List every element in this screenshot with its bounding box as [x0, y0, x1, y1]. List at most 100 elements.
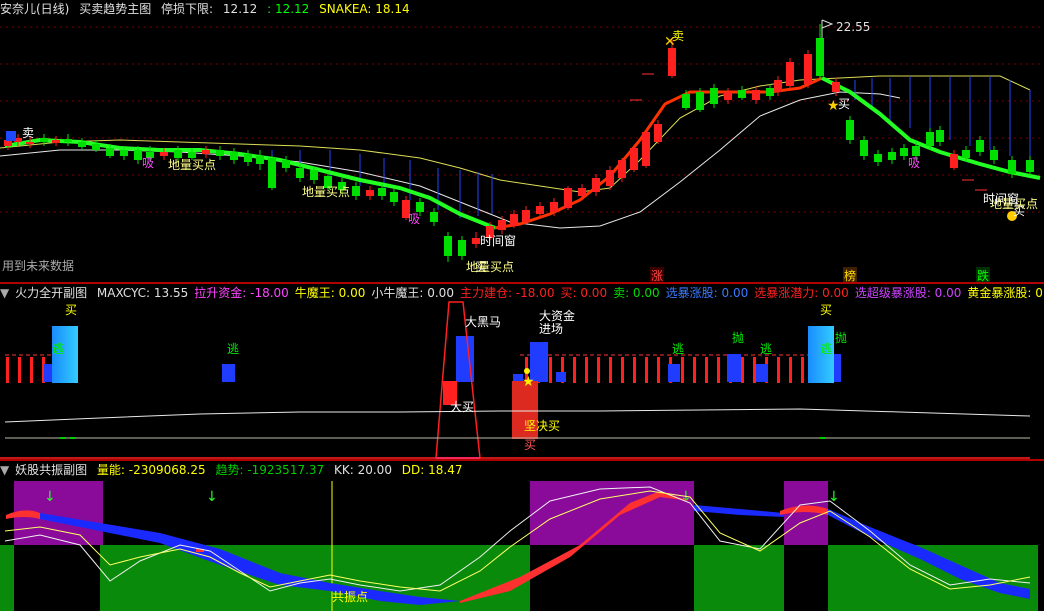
candle-body-59 — [786, 62, 794, 86]
high-price-label: 22.55 — [836, 20, 871, 34]
candle-body-41 — [550, 202, 558, 212]
candle-body-69 — [926, 132, 934, 146]
red-bar-6 — [549, 357, 552, 383]
buy-mark-b: 买 — [820, 303, 833, 317]
candle-body-5 — [64, 139, 72, 142]
candle-body-19 — [256, 156, 264, 164]
candle-body-48 — [642, 132, 650, 166]
blue-bar-8 — [756, 364, 768, 382]
trend-line-down-2 — [821, 76, 1041, 180]
candle-body-2 — [26, 142, 34, 144]
candle-body-7 — [92, 144, 100, 150]
escape-mark-3: 逃 — [672, 342, 685, 356]
star-dot-icon — [524, 368, 530, 374]
candle-body-71 — [950, 154, 958, 168]
candle-body-67 — [900, 148, 908, 156]
candle-body-42 — [564, 188, 572, 208]
candle-body-43 — [578, 188, 586, 196]
candle-body-70 — [936, 130, 944, 142]
green-tick-2 — [820, 437, 826, 439]
purple-zone-1 — [530, 481, 694, 545]
candle-body-22 — [296, 168, 304, 178]
candle-body-49 — [654, 124, 662, 142]
candle-body-73 — [976, 140, 984, 152]
candle-body-27 — [366, 190, 374, 196]
throw-mark-1: 抛 — [732, 331, 745, 345]
candle-body-47 — [630, 148, 638, 170]
candle-body-20 — [268, 158, 276, 188]
trend-line-down-1 — [4, 137, 496, 230]
candle-body-62 — [832, 82, 840, 92]
sell-mark-1: 卖 — [672, 29, 685, 43]
candle-body-26 — [352, 186, 360, 196]
trend-line-up — [494, 76, 823, 230]
sub-chart-2-canvas[interactable]: ↓ ↓ ↓ ↓ — [0, 461, 1044, 611]
xi-mark-2: 吸 — [408, 212, 421, 226]
future-data-note: 用到未来数据 — [2, 259, 75, 273]
candle-body-64 — [860, 140, 868, 156]
candle-body-53 — [710, 88, 718, 104]
enter-market-mark: 进场 — [539, 322, 564, 336]
candle-body-52 — [696, 92, 704, 110]
dili-mark-2: 地量买点 — [302, 185, 351, 199]
candle-body-3 — [40, 138, 48, 142]
candle-body-37 — [498, 220, 506, 230]
flag-icon-left — [6, 131, 16, 141]
red-bar-23 — [753, 357, 756, 383]
main-chart-panel[interactable]: 安奈儿(日线) 买卖趋势主图 停损下限: 12.12 : 12.12 SNAKE… — [0, 0, 1044, 284]
xi-mark-3: 吸 — [908, 156, 921, 170]
candle-body-72 — [962, 150, 970, 158]
firm-buy-mark: 坚决买 — [524, 419, 561, 433]
red-bar-20 — [717, 357, 720, 383]
candle-body-23 — [310, 170, 318, 180]
candle-body-75 — [1008, 160, 1016, 174]
blue-bar-5 — [556, 372, 566, 382]
main-chart-canvas[interactable]: ✕★ — [0, 0, 1044, 282]
blue-bar-7 — [727, 354, 741, 382]
buy-mark-1: 买 — [838, 97, 851, 111]
candle-body-15 — [202, 150, 210, 154]
red-bar-17 — [681, 357, 684, 383]
candle-body-65 — [874, 154, 882, 162]
sub-chart-1-canvas[interactable]: ★ — [0, 284, 1044, 460]
red-bar-27 — [801, 357, 804, 383]
candle-body-38 — [510, 214, 518, 226]
buy-mark-c: 买 — [524, 438, 537, 452]
candle-body-33 — [444, 236, 452, 256]
candle-body-18 — [244, 154, 252, 162]
candle-body-51 — [682, 94, 690, 108]
buy-mark-a: 买 — [65, 303, 78, 317]
candle-body-56 — [752, 90, 760, 100]
candle-body-9 — [120, 150, 128, 156]
candle-body-63 — [846, 120, 854, 140]
blue-band-2 — [694, 505, 784, 517]
candle-body-74 — [990, 150, 998, 160]
candle-body-16 — [216, 150, 224, 156]
sub-chart-1-panel[interactable]: ▼ 火力全开副图 MAXCYC: 13.55 拉升资金: -18.00 牛魔王: 0… — [0, 284, 1044, 460]
candle-body-21 — [282, 160, 290, 168]
time-window-mark-2: 时间窗 — [983, 192, 1020, 206]
escape-mark-1: 逃 — [52, 342, 65, 356]
candle-body-4 — [52, 140, 60, 143]
candle-body-57 — [766, 88, 774, 96]
candle-body-17 — [230, 152, 238, 160]
dili-mark-1: 地量买点 — [168, 158, 217, 172]
candle-body-10 — [134, 150, 142, 160]
candle-body-60 — [804, 54, 812, 84]
red-bar-15 — [657, 357, 660, 383]
red-bar-14 — [645, 357, 648, 383]
candle-body-58 — [774, 80, 782, 92]
sell-mark-2: 卖 — [22, 126, 35, 140]
red-bar-13 — [633, 357, 636, 383]
green-zone-2 — [694, 545, 784, 611]
candle-body-76 — [1026, 160, 1034, 172]
dili-mark-3: 地量买点 — [466, 260, 515, 274]
down-arrow-icon-3: ↓ — [828, 489, 840, 505]
big-dark-horse-mark: 大黑马 — [465, 315, 502, 329]
red-bar-9 — [585, 357, 588, 383]
time-window-mark-1: 时间窗 — [480, 234, 517, 248]
candle-body-35 — [472, 238, 480, 244]
red-bar-2 — [30, 357, 33, 383]
escape-mark-2: 逃 — [227, 342, 240, 356]
sub-chart-2-panel[interactable]: ▼ 妖股共振副图 量能: -2309068.25 趋势: -1923517.37… — [0, 461, 1044, 611]
